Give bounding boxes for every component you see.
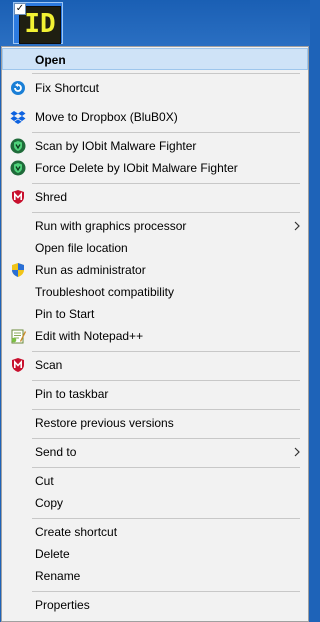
menu-item-create-shortcut[interactable]: Create shortcut — [2, 521, 308, 543]
menu-item-label: Troubleshoot compatibility — [35, 285, 174, 299]
menu-item-run-as-administrator[interactable]: Run as administrator — [2, 259, 308, 281]
iobit-shield-icon — [10, 138, 26, 154]
menu-item-label: Rename — [35, 569, 81, 583]
dropbox-icon — [10, 111, 26, 124]
menu-item-troubleshoot-compatibility[interactable]: Troubleshoot compatibility — [2, 281, 308, 303]
context-menu: Open Fix Shortcut Move to Dropbox (BluB0… — [1, 46, 309, 622]
menu-item-open[interactable]: Open — [2, 48, 308, 70]
menu-item-label: Open — [35, 53, 66, 67]
menu-separator — [32, 467, 300, 468]
menu-item-scan-iobit[interactable]: Scan by IObit Malware Fighter — [2, 135, 308, 157]
notepadpp-icon — [11, 329, 26, 344]
menu-item-label: Pin to Start — [35, 307, 95, 321]
menu-item-label: Restore previous versions — [35, 416, 174, 430]
menu-separator — [32, 591, 300, 592]
selected-file-icon[interactable]: ID ✓ — [13, 2, 63, 44]
chevron-right-icon — [294, 447, 300, 457]
menu-item-label: Pin to taskbar — [35, 387, 109, 401]
menu-item-pin-to-taskbar[interactable]: Pin to taskbar — [2, 383, 308, 405]
menu-item-label: Shred — [35, 190, 68, 204]
menu-item-label: Open file location — [35, 241, 128, 255]
menu-item-label: Fix Shortcut — [35, 81, 100, 95]
menu-item-pin-to-start[interactable]: Pin to Start — [2, 303, 308, 325]
menu-separator — [32, 518, 300, 519]
menu-item-send-to[interactable]: Send to — [2, 441, 308, 463]
chevron-right-icon — [294, 221, 300, 231]
menu-item-copy[interactable]: Copy — [2, 492, 308, 514]
menu-item-label: Cut — [35, 474, 54, 488]
menu-item-label: Edit with Notepad++ — [35, 329, 144, 343]
file-icon-glyph: ID — [24, 9, 56, 39]
menu-separator — [32, 183, 300, 184]
menu-item-scan[interactable]: Scan — [2, 354, 308, 376]
uac-shield-icon — [12, 263, 24, 277]
menu-item-properties[interactable]: Properties — [2, 594, 308, 616]
menu-item-label: Move to Dropbox (BluB0X) — [35, 110, 178, 124]
menu-separator — [32, 438, 300, 439]
menu-separator — [32, 212, 300, 213]
menu-item-label: Scan by IObit Malware Fighter — [35, 139, 197, 153]
menu-item-label: Run as administrator — [35, 263, 146, 277]
menu-item-label: Properties — [35, 598, 90, 612]
mcafee-shield-icon — [12, 190, 24, 204]
menu-separator — [32, 351, 300, 352]
iobit-shield-icon — [10, 160, 26, 176]
fix-shortcut-icon — [11, 81, 25, 95]
menu-item-shred[interactable]: Shred — [2, 186, 308, 208]
menu-item-label: Send to — [35, 445, 77, 459]
menu-item-label: Force Delete by IObit Malware Fighter — [35, 161, 238, 175]
menu-item-restore-previous-versions[interactable]: Restore previous versions — [2, 412, 308, 434]
menu-item-label: Delete — [35, 547, 70, 561]
menu-separator — [32, 73, 300, 74]
menu-item-label: Copy — [35, 496, 64, 510]
menu-item-fix-shortcut[interactable]: Fix Shortcut — [2, 77, 308, 99]
menu-item-force-delete-iobit[interactable]: Force Delete by IObit Malware Fighter — [2, 157, 308, 179]
menu-item-label: Scan — [35, 358, 63, 372]
mcafee-shield-icon — [12, 358, 24, 372]
menu-item-delete[interactable]: Delete — [2, 543, 308, 565]
menu-separator — [32, 132, 300, 133]
menu-item-run-with-gpu[interactable]: Run with graphics processor — [2, 215, 308, 237]
menu-item-label: Run with graphics processor — [35, 219, 187, 233]
menu-separator — [32, 409, 300, 410]
menu-item-move-to-dropbox[interactable]: Move to Dropbox (BluB0X) — [2, 106, 308, 128]
menu-item-open-file-location[interactable]: Open file location — [2, 237, 308, 259]
menu-item-label: Create shortcut — [35, 525, 118, 539]
selection-checkbox[interactable]: ✓ — [14, 3, 26, 15]
menu-item-edit-with-notepadpp[interactable]: Edit with Notepad++ — [2, 325, 308, 347]
menu-item-cut[interactable]: Cut — [2, 470, 308, 492]
menu-separator — [32, 380, 300, 381]
menu-item-rename[interactable]: Rename — [2, 565, 308, 587]
